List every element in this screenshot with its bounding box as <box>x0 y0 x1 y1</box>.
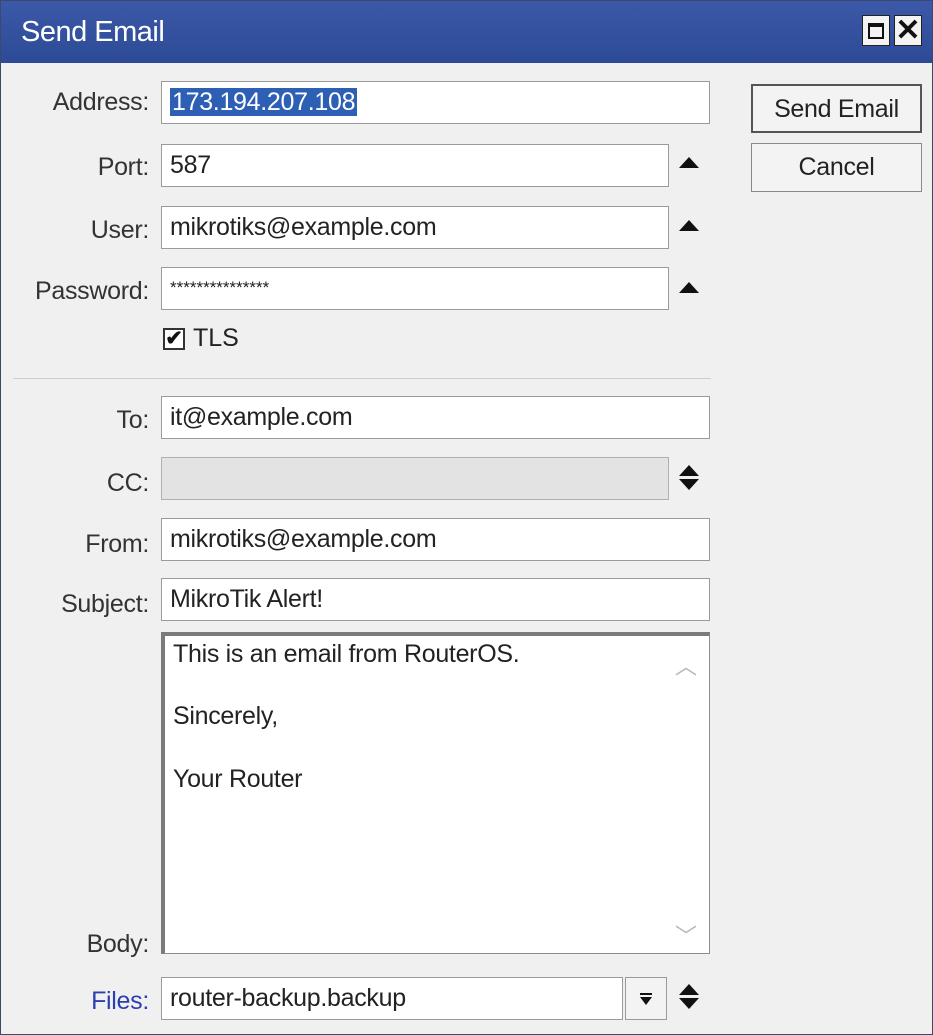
files-value: router-backup.backup <box>170 984 406 1012</box>
address-label: Address: <box>52 88 150 116</box>
close-icon: ✕ <box>895 13 921 47</box>
subject-field[interactable]: MikroTik Alert! <box>161 578 710 621</box>
body-textarea[interactable]: This is an email from RouterOS. Sincerel… <box>161 632 710 954</box>
subject-label: Subject: <box>61 590 149 618</box>
port-label: Port: <box>97 153 150 181</box>
password-collapse-arrow-icon[interactable] <box>679 282 699 293</box>
checkmark-icon: ✔ <box>165 327 183 350</box>
body-line-3: Your Router <box>173 765 303 793</box>
from-field[interactable]: mikrotiks@example.com <box>161 518 710 561</box>
password-field[interactable]: *************** <box>161 267 669 310</box>
files-field[interactable]: router-backup.backup <box>161 977 623 1020</box>
address-field[interactable]: 173.194.207.108 <box>161 81 710 124</box>
title-bar[interactable]: Send Email ✕ <box>1 1 932 63</box>
body-line-2: Sincerely, <box>173 702 278 730</box>
tls-checkbox[interactable]: ✔ <box>163 328 185 350</box>
cc-field[interactable] <box>161 457 669 500</box>
body-scroll-down-icon[interactable]: ﹀ <box>675 919 697 951</box>
window-title: Send Email <box>21 16 165 48</box>
user-collapse-arrow-icon[interactable] <box>679 220 699 231</box>
body-label: Body: <box>86 930 150 958</box>
files-dropdown-button[interactable] <box>625 977 667 1020</box>
files-up-arrow-icon[interactable] <box>679 984 699 995</box>
port-field[interactable]: 587 <box>161 144 669 187</box>
port-collapse-arrow-icon[interactable] <box>679 157 699 168</box>
maximize-icon <box>868 22 884 39</box>
dropdown-bar-icon <box>640 992 652 995</box>
close-button[interactable]: ✕ <box>894 15 922 46</box>
tls-label: TLS <box>193 324 239 352</box>
body-line-1: This is an email from RouterOS. <box>173 640 520 668</box>
cc-up-arrow-icon[interactable] <box>679 465 699 476</box>
from-label: From: <box>85 530 149 558</box>
password-label: Password: <box>34 277 149 305</box>
cancel-button[interactable]: Cancel <box>751 143 922 192</box>
password-value: *************** <box>170 278 270 297</box>
send-email-window: Send Email ✕ Address: 173.194.207.108 Po… <box>0 0 933 1035</box>
user-label: User: <box>90 216 150 244</box>
to-label: To: <box>116 406 150 434</box>
to-value: it@example.com <box>170 403 353 431</box>
subject-value: MikroTik Alert! <box>170 585 323 613</box>
body-scroll-up-icon[interactable]: ︿ <box>675 649 697 681</box>
files-label[interactable]: Files: <box>1 987 149 1016</box>
user-field[interactable]: mikrotiks@example.com <box>161 206 669 249</box>
port-value: 587 <box>170 151 211 179</box>
cc-down-arrow-icon[interactable] <box>679 479 699 490</box>
user-value: mikrotiks@example.com <box>170 213 437 241</box>
send-email-button[interactable]: Send Email <box>751 84 922 133</box>
to-field[interactable]: it@example.com <box>161 396 710 439</box>
chevron-down-icon <box>640 996 652 1005</box>
section-divider <box>13 378 711 379</box>
address-value: 173.194.207.108 <box>170 88 358 116</box>
cc-label: CC: <box>106 469 149 497</box>
files-down-arrow-icon[interactable] <box>679 998 699 1009</box>
maximize-button[interactable] <box>862 15 890 46</box>
from-value: mikrotiks@example.com <box>170 525 437 553</box>
